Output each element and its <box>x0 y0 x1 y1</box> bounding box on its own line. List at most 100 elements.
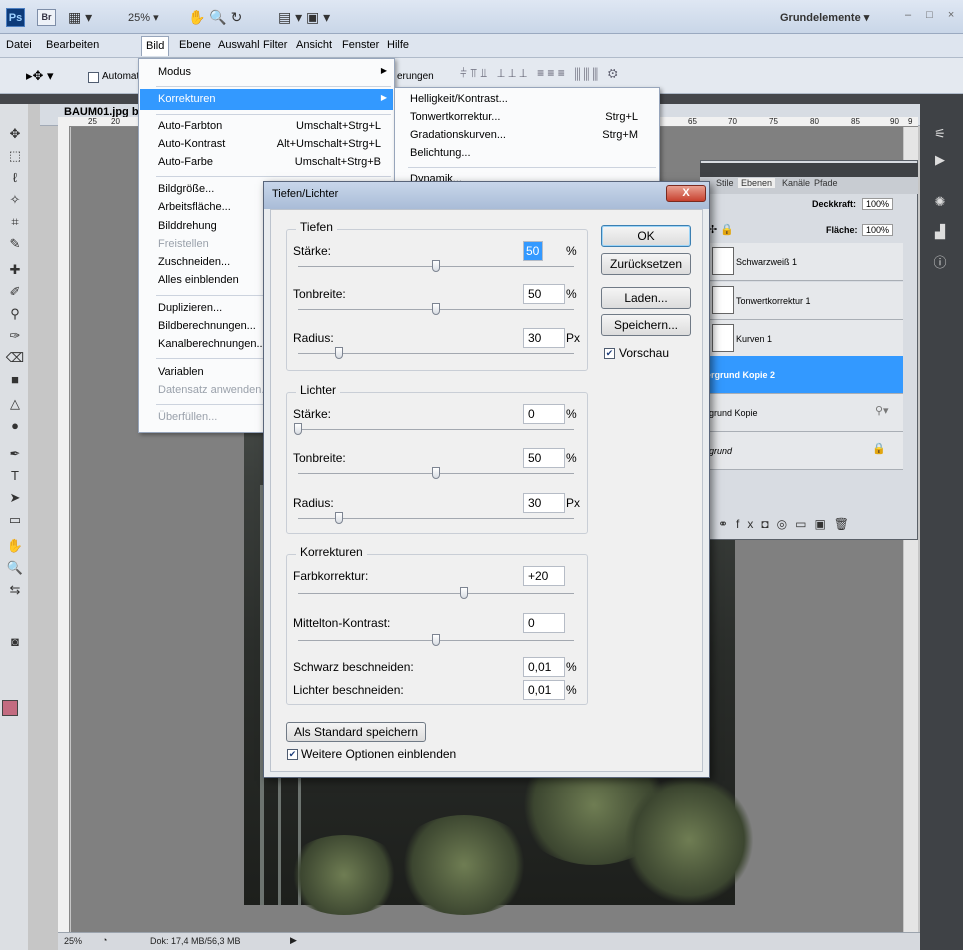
value-field[interactable]: 50 <box>523 284 565 304</box>
preview-checkbox[interactable]: ✔ <box>604 348 615 359</box>
ok-button[interactable]: OK <box>601 225 691 247</box>
bild-menu-item[interactable]: Arbeitsfläche... <box>158 201 231 213</box>
view-extras-icon[interactable]: ▦ ▾ <box>68 8 92 26</box>
layer-effects-icon[interactable]: ⚲▾ <box>875 404 889 417</box>
bild-menu-item[interactable]: Auto-Farbe <box>158 156 213 168</box>
layer-row[interactable]: rgrund 🔒 <box>700 432 903 470</box>
tab-ebenen[interactable]: Ebenen <box>738 178 776 188</box>
window-controls[interactable]: – □ × <box>905 9 960 21</box>
menu-bearbeiten[interactable]: Bearbeiten <box>46 39 99 51</box>
healing-brush-icon[interactable]: ✚ <box>3 260 27 280</box>
layer-row[interactable]: Kurven 1 <box>700 320 903 358</box>
arrange-documents-icon[interactable]: ▤ ▾ ▣ ▾ <box>278 8 330 26</box>
value-field[interactable]: 0 <box>523 404 565 424</box>
value-field[interactable]: 0,01 <box>523 657 565 677</box>
brush-tool-icon[interactable]: ✐ <box>3 282 27 302</box>
menu-fenster[interactable]: Fenster <box>342 39 379 51</box>
path-selection-icon[interactable]: ➤ <box>3 488 27 508</box>
layer-row[interactable]: Tonwertkorrektur 1 <box>700 282 903 320</box>
bild-menu-item[interactable]: Kanalberechnungen... <box>158 338 266 350</box>
eyedropper-icon[interactable]: ✎ <box>3 234 27 254</box>
menu-datei[interactable]: Datei <box>6 39 32 51</box>
dialog-close-button[interactable]: X <box>666 185 706 202</box>
bild-menu-item[interactable]: Bilddrehung <box>158 220 217 232</box>
load-button[interactable]: Laden... <box>601 287 691 309</box>
menu-bild[interactable]: Bild <box>141 36 170 56</box>
menu-ebene[interactable]: Ebene <box>179 39 211 51</box>
menu-ansicht[interactable]: Ansicht <box>296 39 332 51</box>
value-field[interactable]: 0,01 <box>523 680 565 700</box>
bridge-button[interactable]: Br <box>37 9 56 26</box>
bild-menu-item[interactable]: Modus <box>158 66 191 78</box>
bild-menu-item[interactable]: Zuschneiden... <box>158 256 230 268</box>
info-icon[interactable]: ⓘ <box>928 252 952 272</box>
workspace-switcher[interactable]: Grundelemente ▾ <box>780 11 869 24</box>
move-tool-icon[interactable]: ✥ <box>3 124 27 144</box>
blur-tool-icon[interactable]: △ <box>3 394 27 414</box>
hand-tool-icon[interactable]: ✋ 🔍 ↻ <box>188 8 242 26</box>
histogram-icon[interactable]: ▟ <box>928 224 952 244</box>
slider-thumb[interactable] <box>432 260 440 272</box>
status-zoom[interactable]: 25% <box>64 936 82 946</box>
lock-icons[interactable]: ✢ 🔒 <box>708 223 734 236</box>
dodge-tool-icon[interactable]: ● <box>3 416 27 436</box>
slider-thumb[interactable] <box>335 512 344 524</box>
history-brush-icon[interactable]: ✑ <box>3 326 27 346</box>
korrekturen-menu-item[interactable]: Tonwertkorrektur... <box>410 111 500 123</box>
crop-tool-icon[interactable]: ⌗ <box>3 212 27 232</box>
tab-pfade[interactable]: Pfade <box>814 178 838 188</box>
slider-thumb[interactable] <box>335 347 344 359</box>
slider-thumb[interactable] <box>294 423 302 435</box>
move-tool-icon[interactable]: ▸✥ ▾ <box>26 68 54 84</box>
menu-hilfe[interactable]: Hilfe <box>387 39 409 51</box>
more-options-checkbox[interactable]: ✔ <box>287 749 298 760</box>
bild-menu-item[interactable]: Auto-Kontrast <box>158 138 225 150</box>
auto-select-checkbox[interactable] <box>88 72 99 83</box>
korrekturen-menu-item[interactable]: Belichtung... <box>410 147 471 159</box>
zoom-select[interactable]: 25% ▾ <box>128 11 159 24</box>
value-field[interactable]: 0 <box>523 613 565 633</box>
save-button[interactable]: Speichern... <box>601 314 691 336</box>
save-as-default-button[interactable]: Als Standard speichern <box>286 722 426 742</box>
korrekturen-menu-item[interactable]: Gradationskurven... <box>410 129 506 141</box>
slider-thumb[interactable] <box>459 587 468 599</box>
value-field[interactable]: 30 <box>523 493 565 513</box>
value-field[interactable]: 50 <box>523 241 543 261</box>
layer-row[interactable]: Schwarzweiß 1 <box>700 243 903 281</box>
bild-menu-item[interactable]: Auto-Farbton <box>158 120 222 132</box>
layer-row-selected[interactable]: ergrund Kopie 2 <box>700 356 903 394</box>
align-icons[interactable]: ⫩ ⫪ ⫫ ⊥ ⊥ ⊥ ≡ ≡ ≡ ⫼ ⫼ ⫼ ⚙ <box>460 66 618 81</box>
play-icon[interactable]: ▶ <box>928 152 952 172</box>
gradient-tool-icon[interactable]: ■ <box>3 370 27 390</box>
opacity-field[interactable]: 100% <box>862 198 894 210</box>
value-field[interactable]: +20 <box>523 566 565 586</box>
quick-mask-icon[interactable]: ◙ <box>3 632 27 652</box>
value-field[interactable]: 30 <box>523 328 565 348</box>
bild-menu-item[interactable]: Variablen <box>158 366 204 378</box>
tab-kanaele[interactable]: Kanäle <box>782 178 810 188</box>
tab-stile[interactable]: Stile <box>716 178 734 188</box>
reset-button[interactable]: Zurücksetzen <box>601 253 691 275</box>
layer-footer-icons[interactable]: ⚭fx◘◎▭▣🗑 <box>718 517 857 531</box>
bild-menu-item[interactable]: Korrekturen <box>158 93 215 105</box>
bild-menu-item[interactable]: Duplizieren... <box>158 302 222 314</box>
value-field[interactable]: 50 <box>523 448 565 468</box>
lasso-tool-icon[interactable]: ℓ <box>3 168 27 188</box>
eraser-icon[interactable]: ⌫ <box>3 348 27 368</box>
layer-row[interactable]: rgrund Kopie ⚲▾ <box>700 394 903 432</box>
korrekturen-menu-item[interactable]: Helligkeit/Kontrast... <box>410 93 508 105</box>
marquee-tool-icon[interactable]: ⬚ <box>3 146 27 166</box>
status-menu-icon[interactable]: ◔ <box>102 935 107 945</box>
slider-thumb[interactable] <box>432 467 440 479</box>
slider-thumb[interactable] <box>432 634 440 646</box>
navigator-icon[interactable]: ✺ <box>928 194 952 214</box>
bild-menu-item[interactable]: Bildberechnungen... <box>158 320 256 332</box>
panel-icon[interactable]: ⚟ <box>928 126 952 146</box>
status-arrow-icon[interactable]: ▶ <box>290 935 297 946</box>
menu-auswahl[interactable]: Auswahl <box>218 39 260 51</box>
shape-tool-icon[interactable]: ▭ <box>3 510 27 530</box>
slider-thumb[interactable] <box>432 303 440 315</box>
bild-menu-item[interactable]: Alles einblenden <box>158 274 239 286</box>
menu-filter[interactable]: Filter <box>263 39 287 51</box>
magic-wand-icon[interactable]: ✧ <box>3 190 27 210</box>
